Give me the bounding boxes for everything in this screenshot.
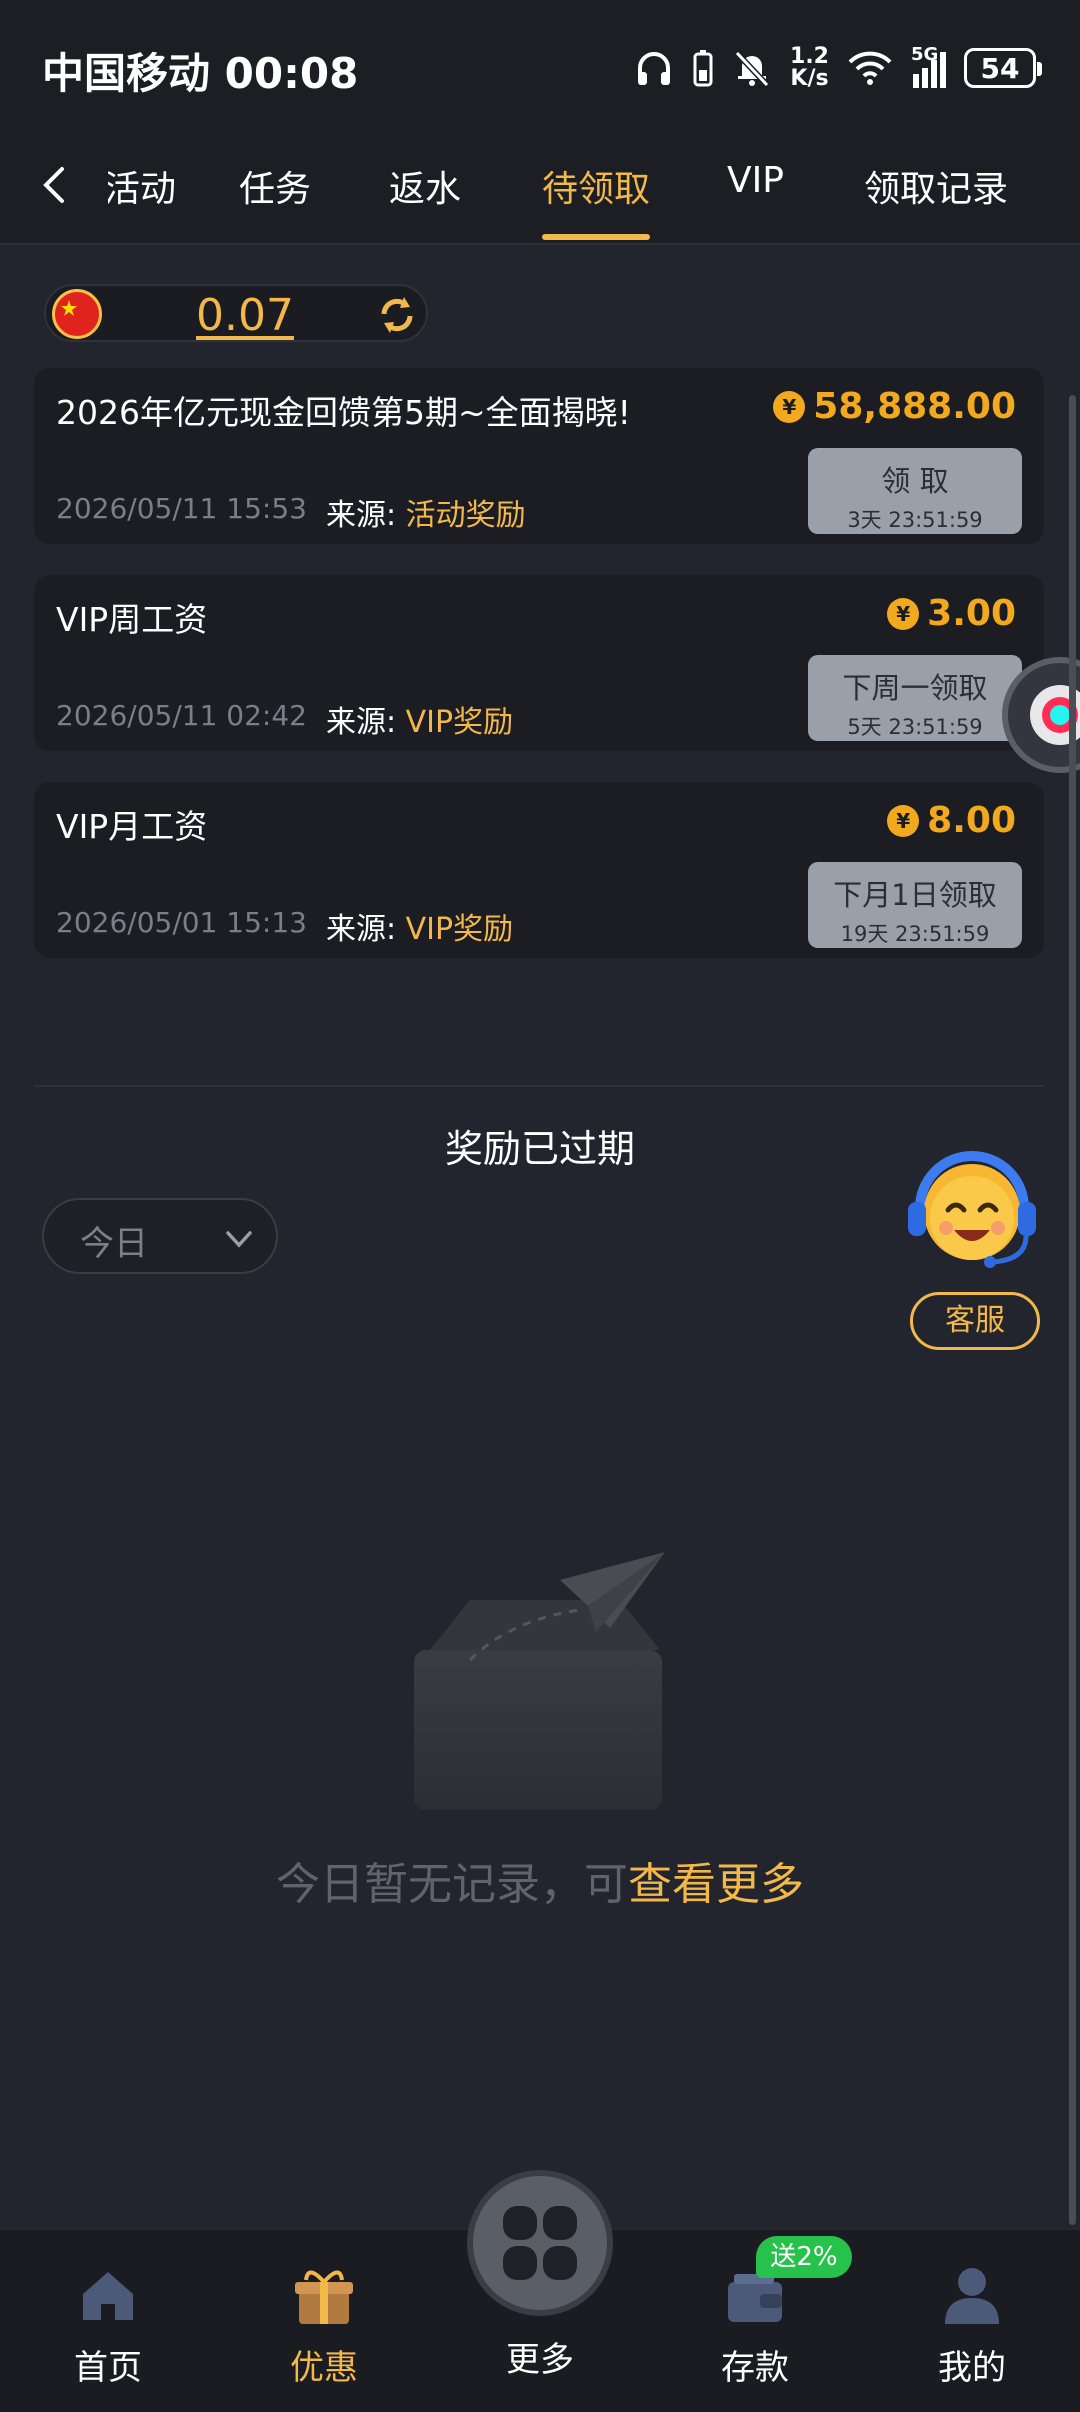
customer-service-avatar-icon[interactable] xyxy=(902,1144,1042,1274)
wifi-icon xyxy=(848,51,892,85)
nav-mine-label: 我的 xyxy=(938,2348,1006,2388)
battery-saver-icon xyxy=(693,50,713,87)
tab-label: 返水 xyxy=(389,169,462,210)
claim-countdown: 5天 23:51:59 xyxy=(847,715,983,739)
tab-task[interactable]: 任务 xyxy=(239,160,311,240)
reward-title: 2026年亿元现金回馈第5期~全面揭晓! xyxy=(56,393,631,432)
floating-widget-icon[interactable] xyxy=(1000,640,1080,790)
balance-pill: 0.07 xyxy=(44,284,428,342)
tab-label: VIP xyxy=(727,160,784,201)
tab-label: 任务 xyxy=(239,169,312,210)
reward-amount: ¥8.00 xyxy=(887,800,1016,841)
claim-countdown: 3天 23:51:59 xyxy=(847,508,983,532)
tab-rebate[interactable]: 返水 xyxy=(389,160,461,240)
section-divider xyxy=(34,1085,1044,1087)
claim-button[interactable]: 下月1日领取 19天 23:51:59 xyxy=(808,862,1022,948)
source-label: 来源: xyxy=(326,498,397,533)
empty-box-icon xyxy=(414,1552,665,1810)
home-icon xyxy=(83,2272,133,2320)
status-bar: 中国移动 00:08 1.2 K/s 5G 54 xyxy=(0,0,1080,135)
source-label: 来源: xyxy=(326,705,397,740)
tab-claim-history[interactable]: 领取记录 xyxy=(864,160,1008,240)
claim-button[interactable]: 领 取 3天 23:51:59 xyxy=(808,448,1022,534)
more-button[interactable] xyxy=(467,2170,613,2316)
chevron-down-icon xyxy=(226,1231,252,1248)
source-label: 来源: xyxy=(326,912,397,947)
claim-countdown: 19天 23:51:59 xyxy=(840,922,990,946)
empty-state-text: 今日暂无记录，可查看更多 xyxy=(0,1848,1080,1912)
clock: 00:08 xyxy=(224,49,359,98)
deposit-bonus-badge: 送2% xyxy=(756,2236,852,2278)
tab-vip[interactable]: VIP xyxy=(727,160,784,240)
nav-home[interactable]: 首页 xyxy=(38,2260,178,2389)
network-type: 5G xyxy=(911,44,939,65)
nav-mine[interactable]: 我的 xyxy=(902,2260,1042,2389)
headphones-icon xyxy=(638,52,671,85)
gift-icon xyxy=(295,2270,353,2324)
tab-label: 活动 xyxy=(104,169,177,210)
nav-home-label: 首页 xyxy=(74,2348,142,2388)
status-icons: 1.2 K/s 5G 54 xyxy=(634,40,1042,96)
balance-value: 0.07 xyxy=(196,290,294,341)
refresh-icon[interactable] xyxy=(374,292,420,338)
amount-value: 58,888.00 xyxy=(813,386,1016,427)
reward-date: 2026/05/01 15:13 xyxy=(56,906,307,939)
claim-button-label: 领 取 xyxy=(881,464,949,498)
mute-bell-icon xyxy=(734,50,770,88)
nav-deposit-label: 存款 xyxy=(721,2348,789,2388)
back-arrow-icon[interactable] xyxy=(26,155,86,215)
tab-fade-mask xyxy=(80,160,108,220)
china-flag-icon xyxy=(52,289,102,339)
reward-amount: ¥58,888.00 xyxy=(773,386,1016,427)
reward-card: 2026年亿元现金回馈第5期~全面揭晓! ¥58,888.00 2026/05/… xyxy=(34,368,1044,544)
reward-source: 来源: VIP奖励 xyxy=(326,697,513,741)
tab-active-underline xyxy=(542,234,651,240)
reward-title: VIP月工资 xyxy=(56,807,208,846)
empty-message: 今日暂无记录，可 xyxy=(276,1859,628,1910)
reward-amount: ¥3.00 xyxy=(887,593,1016,634)
status-carrier-time: 中国移动 00:08 xyxy=(42,40,358,101)
signal-icon: 5G xyxy=(911,44,946,88)
coin-icon: ¥ xyxy=(773,390,806,423)
net-speed-unit: K/s xyxy=(790,66,829,91)
source-value: VIP奖励 xyxy=(405,912,514,947)
customer-service-button[interactable]: 客服 xyxy=(910,1292,1040,1350)
carrier-name: 中国移动 xyxy=(42,49,211,98)
date-filter-value: 今日 xyxy=(80,1224,148,1264)
reward-card: VIP周工资 ¥3.00 2026/05/11 02:42 来源: VIP奖励 … xyxy=(34,575,1044,751)
nav-deposit[interactable]: 存款 xyxy=(685,2260,825,2389)
reward-date: 2026/05/11 02:42 xyxy=(56,699,307,732)
clover-grid-icon xyxy=(503,2206,577,2280)
source-value: VIP奖励 xyxy=(405,705,514,740)
user-icon xyxy=(945,2268,999,2324)
reward-title: VIP周工资 xyxy=(56,600,208,639)
amount-value: 3.00 xyxy=(927,593,1016,634)
net-speed: 1.2 K/s xyxy=(790,46,829,90)
nav-more-label: 更多 xyxy=(506,2340,574,2380)
source-value: 活动奖励 xyxy=(405,498,526,533)
nav-promo[interactable]: 优惠 xyxy=(254,2260,394,2389)
nav-promo-label: 优惠 xyxy=(290,2348,358,2388)
scrollbar[interactable] xyxy=(1069,395,1076,2225)
reward-card: VIP月工资 ¥8.00 2026/05/01 15:13 来源: VIP奖励 … xyxy=(34,782,1044,958)
amount-value: 8.00 xyxy=(927,800,1016,841)
tab-activity[interactable]: 活动 xyxy=(104,160,176,240)
tab-label: 领取记录 xyxy=(864,169,1009,210)
reward-source: 来源: VIP奖励 xyxy=(326,904,513,948)
view-more-link[interactable]: 查看更多 xyxy=(628,1859,804,1910)
battery-icon: 54 xyxy=(964,48,1042,88)
reward-source: 来源: 活动奖励 xyxy=(326,490,526,534)
claim-button-label: 下周一领取 xyxy=(842,671,988,705)
claim-button[interactable]: 下周一领取 5天 23:51:59 xyxy=(808,655,1022,741)
coin-icon: ¥ xyxy=(887,804,920,837)
tab-bar: 活动 任务 返水 待领取 VIP 领取记录 xyxy=(0,135,1080,245)
reward-date: 2026/05/11 15:53 xyxy=(56,492,307,525)
tab-label: 待领取 xyxy=(542,169,651,210)
net-speed-value: 1.2 xyxy=(790,44,829,69)
battery-level: 54 xyxy=(980,51,1020,85)
tab-pending[interactable]: 待领取 xyxy=(542,160,651,240)
coin-icon: ¥ xyxy=(887,597,920,630)
date-filter-select[interactable]: 今日 xyxy=(42,1198,278,1274)
claim-button-label: 下月1日领取 xyxy=(833,878,997,912)
